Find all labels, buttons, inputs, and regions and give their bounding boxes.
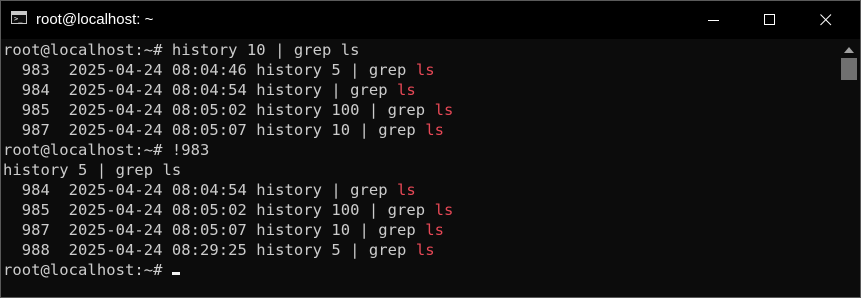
terminal-line-text: root@localhost:~# [3,261,172,279]
terminal-line-text: 985 2025-04-24 08:05:02 history 100 | gr… [3,201,435,219]
terminal-line: 988 2025-04-24 08:29:25 history 5 | grep… [3,240,435,260]
close-icon [820,14,832,26]
terminal-output[interactable]: root@localhost:~# history 10 | grep ls 9… [1,39,837,297]
grep-match: ls [434,101,454,119]
text-cursor [171,272,180,275]
terminal-icon[interactable]: >_ [11,11,27,24]
chevron-up-icon[interactable] [844,47,854,53]
terminal-line-text: 988 2025-04-24 08:29:25 history 5 | grep [3,241,416,259]
terminal-line-text: 984 2025-04-24 08:04:54 history | grep [3,181,398,199]
terminal-window: >_ root@localhost: ~ root@localhost:~# h… [0,0,861,298]
terminal-line-text: root@localhost:~# !983 [3,141,210,159]
grep-match: ls [434,201,454,219]
terminal-line: 984 2025-04-24 08:04:54 history | grep l… [3,80,416,100]
minimize-icon [708,20,719,21]
terminal-line-text: root@localhost:~# history 10 | grep ls [3,41,360,59]
grep-match: ls [415,241,435,259]
terminal-line-text: 984 2025-04-24 08:04:54 history | grep [3,81,398,99]
grep-match: ls [415,61,435,79]
terminal-line-text: history 5 | grep ls [3,161,182,179]
title-bar[interactable]: >_ root@localhost: ~ [1,1,860,39]
terminal-line-text: 987 2025-04-24 08:05:07 history 10 | gre… [3,221,426,239]
terminal-line: root@localhost:~# [3,260,180,280]
terminal-line: 984 2025-04-24 08:04:54 history | grep l… [3,180,416,200]
close-button[interactable] [803,1,849,39]
maximize-icon [764,14,775,25]
grep-match: ls [397,181,416,199]
terminal-line: history 5 | grep ls [3,160,181,180]
grep-match: ls [425,121,444,139]
minimize-button[interactable] [691,1,737,39]
grep-match: ls [425,221,444,239]
grep-match: ls [397,81,416,99]
terminal-line: 987 2025-04-24 08:05:07 history 10 | gre… [3,220,444,240]
maximize-button[interactable] [747,1,793,39]
terminal-line: 985 2025-04-24 08:05:02 history 100 | gr… [3,100,454,120]
terminal-line: 987 2025-04-24 08:05:07 history 10 | gre… [3,120,444,140]
terminal-line: root@localhost:~# history 10 | grep ls [3,40,360,60]
terminal-line-text: 987 2025-04-24 08:05:07 history 10 | gre… [3,121,426,139]
terminal-line: root@localhost:~# !983 [3,140,209,160]
window-title: root@localhost: ~ [36,11,154,28]
terminal-line: 983 2025-04-24 08:04:46 history 5 | grep… [3,60,435,80]
terminal-line: 985 2025-04-24 08:05:02 history 100 | gr… [3,200,454,220]
scrollbar-thumb[interactable] [841,58,857,80]
terminal-line-text: 985 2025-04-24 08:05:02 history 100 | gr… [3,101,435,119]
terminal-line-text: 983 2025-04-24 08:04:46 history 5 | grep [3,61,416,79]
vertical-scrollbar[interactable] [837,39,860,297]
